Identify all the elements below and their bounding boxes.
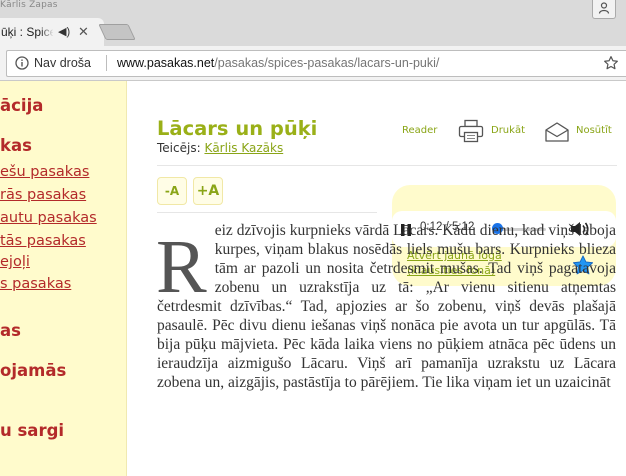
sidebar-item[interactable]: as (0, 321, 21, 340)
narrator-link[interactable]: Kārlis Kazāks (204, 141, 283, 155)
divider (157, 165, 617, 166)
drop-cap: R (156, 225, 207, 309)
address-bar[interactable]: Nav droša www.pasakas.net/pasakas/spices… (6, 50, 626, 77)
sidebar-item[interactable]: ejoļi (0, 254, 30, 270)
url-host: www.pasakas.net (117, 56, 215, 70)
sidebar-item[interactable]: kas (0, 136, 32, 155)
url-path: /pasakas/spices-pasakas/lacars-un-puki/ (214, 56, 440, 70)
font-increase-button[interactable]: +A (193, 177, 223, 205)
sidebar-item[interactable]: rās pasakas (0, 187, 86, 203)
user-icon (598, 2, 610, 14)
info-icon[interactable] (15, 56, 29, 70)
security-label[interactable]: Nav droša (34, 56, 91, 70)
category-sidebar: ācija kas ešu pasakas rās pasakas autu p… (0, 81, 127, 476)
page-title: Lācars un pūķi (157, 117, 318, 140)
bookmark-star-icon[interactable] (603, 55, 619, 71)
browser-toolbar: Nav droša www.pasakas.net/pasakas/spices… (0, 46, 626, 81)
browser-tabstrip: Kārlis Zapas ūķi : Spices ◀) ✕ (0, 0, 626, 46)
sidebar-item[interactable]: u sargi (0, 421, 64, 440)
article-content: Lācars un pūķi Teicējs: Kārlis Kazāks Re… (127, 81, 626, 476)
envelope-icon[interactable] (544, 121, 570, 143)
narrator-line: Teicējs: Kārlis Kazāks (157, 141, 283, 155)
sidebar-item[interactable]: s pasakas (0, 276, 71, 292)
sidebar-item[interactable]: autu pasakas (0, 210, 97, 226)
printer-icon[interactable] (458, 119, 484, 143)
window-title: Kārlis Zapas (0, 0, 58, 10)
send-button[interactable]: Nosūtīt (576, 125, 612, 136)
story-paragraph: eiz dzīvojis kurpnieks vārdā Lācars. Kād… (157, 222, 616, 391)
print-button[interactable]: Drukāt (491, 125, 525, 136)
reader-button[interactable]: Reader (402, 125, 437, 136)
new-tab-button[interactable] (98, 24, 136, 40)
url-text[interactable]: www.pasakas.net/pasakas/spices-pasakas/l… (117, 56, 439, 70)
story-text: R eiz dzīvojis kurpnieks vārdā Lācars. K… (156, 221, 616, 392)
narrator-label: Teicējs: (157, 141, 201, 155)
profile-button[interactable] (592, 0, 616, 19)
close-icon[interactable]: ✕ (78, 24, 89, 40)
sidebar-item[interactable]: ācija (0, 96, 43, 115)
font-decrease-button[interactable]: -A (157, 177, 187, 205)
sidebar-item[interactable]: tās pasakas (0, 233, 86, 249)
audio-icon[interactable]: ◀) (58, 25, 70, 38)
divider (157, 212, 377, 213)
sidebar-item[interactable]: ešu pasakas (0, 164, 89, 180)
browser-tab-active[interactable]: ūķi : Spices ◀) ✕ (0, 18, 104, 46)
sidebar-item[interactable]: ojamās (0, 361, 66, 380)
